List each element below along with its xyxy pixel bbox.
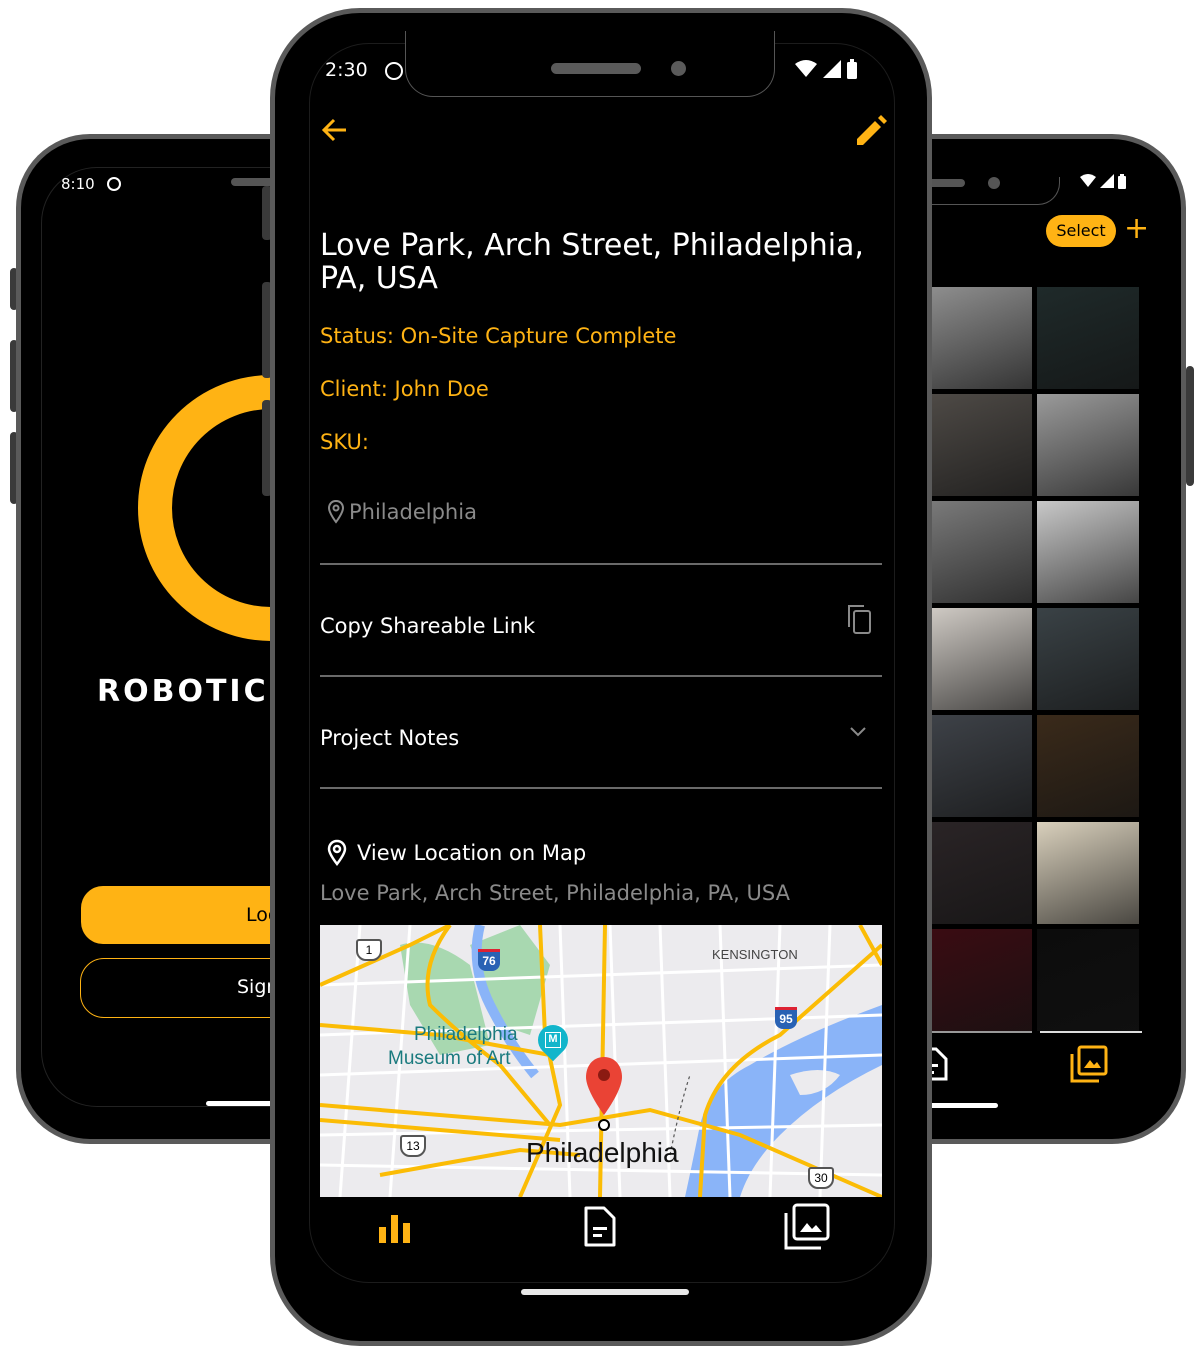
photo-thumbnail[interactable]	[930, 608, 1032, 710]
project-location: Philadelphia	[327, 499, 477, 525]
route-13-shield: 13	[400, 1135, 426, 1157]
map-poi-museum: Philadelphia Museum of Art	[388, 1023, 534, 1071]
side-button	[1186, 366, 1194, 486]
photo-thumbnail[interactable]	[930, 501, 1032, 603]
battery-icon	[1118, 174, 1126, 189]
select-button[interactable]: Select	[1046, 215, 1116, 247]
document-icon	[584, 1206, 616, 1247]
location-pin-icon	[327, 839, 347, 867]
poi-name-line1: Philadelphia	[414, 1024, 518, 1045]
photo-thumbnail[interactable]	[1037, 715, 1139, 817]
divider	[320, 787, 882, 789]
divider	[930, 1031, 1032, 1033]
speaker-grille	[551, 63, 641, 74]
photo-grid	[930, 287, 1146, 1031]
photo-thumbnail[interactable]	[930, 394, 1032, 496]
nav-dashboard-button[interactable]	[377, 1209, 413, 1249]
battery-icon	[847, 59, 857, 79]
map-label-kensington: KENSINGTON	[712, 947, 798, 962]
back-button[interactable]	[320, 115, 350, 149]
front-camera	[671, 61, 686, 76]
photo-thumbnail[interactable]	[1037, 501, 1139, 603]
brand-name: ROBOTIC	[97, 674, 269, 709]
photo-thumbnail[interactable]	[930, 822, 1032, 924]
notification-face-icon	[385, 62, 403, 80]
view-map-label: View Location on Map	[357, 841, 587, 865]
photo-library-icon	[1070, 1045, 1108, 1083]
photo-thumbnail[interactable]	[1037, 394, 1139, 496]
route-30-shield: 30	[808, 1167, 834, 1189]
photo-thumbnail[interactable]	[930, 287, 1032, 389]
project-notes-label: Project Notes	[320, 726, 460, 750]
project-status: Status: On-Site Capture Complete	[320, 324, 677, 348]
photo-thumbnail[interactable]	[1037, 929, 1139, 1031]
interstate-95-shield: 95	[775, 1007, 797, 1029]
nav-gallery-button[interactable]	[1070, 1045, 1108, 1087]
location-pin-icon	[327, 499, 345, 524]
map-address: Love Park, Arch Street, Philadelphia, PA…	[320, 881, 790, 905]
signal-icon	[823, 60, 841, 78]
status-time: 8:10	[61, 175, 95, 193]
location-map[interactable]: 1 76 KENSINGTON 95 Philadelphia Museum o…	[320, 925, 882, 1197]
bar-chart-icon	[379, 1215, 410, 1243]
arrow-left-icon	[321, 118, 346, 142]
edit-button[interactable]	[855, 115, 887, 151]
nav-documents-button[interactable]	[583, 1205, 617, 1253]
photo-thumbnail[interactable]	[1037, 287, 1139, 389]
center-phone-project-detail-screen: 2:30 Love Park, Arch Street, Philadelphi…	[270, 8, 932, 1346]
divider	[320, 675, 882, 677]
pencil-icon	[857, 115, 887, 145]
divider	[320, 563, 882, 565]
photo-library-icon	[784, 1203, 830, 1250]
map-location-pin-icon[interactable]	[584, 1055, 624, 1135]
nav-gallery-button[interactable]	[783, 1203, 831, 1255]
chevron-down-icon[interactable]	[848, 725, 868, 739]
project-notes-row[interactable]: Project Notes	[320, 708, 882, 768]
add-photo-button[interactable]: +	[1124, 211, 1149, 247]
view-location-on-map-link[interactable]: View Location on Map	[327, 839, 586, 867]
route-1-shield: 1	[356, 939, 382, 961]
divider	[1040, 1031, 1142, 1033]
poi-name-line2: Museum of Art	[388, 1048, 511, 1069]
status-icons	[1080, 174, 1126, 189]
museum-glyph: M	[545, 1032, 561, 1048]
status-icons	[795, 59, 857, 79]
map-label-city: Philadelphia	[526, 1137, 679, 1168]
right-phone-gallery-screen: Select +	[900, 134, 1186, 1144]
copy-link-row[interactable]: Copy Shareable Link	[320, 596, 882, 656]
photo-thumbnail[interactable]	[930, 715, 1032, 817]
copy-icon[interactable]	[846, 603, 874, 635]
wifi-icon	[1080, 174, 1096, 187]
signal-icon	[1100, 174, 1114, 188]
photo-thumbnail[interactable]	[930, 929, 1032, 1031]
project-client: Client: John Doe	[320, 377, 489, 401]
status-time: 2:30	[325, 59, 368, 81]
interstate-76-shield: 76	[478, 949, 500, 971]
location-city: Philadelphia	[349, 500, 477, 524]
photo-thumbnail[interactable]	[1037, 822, 1139, 924]
wifi-icon	[795, 60, 817, 77]
copy-link-label: Copy Shareable Link	[320, 614, 536, 638]
photo-thumbnail[interactable]	[1037, 608, 1139, 710]
project-sku: SKU:	[320, 430, 369, 454]
front-camera	[988, 177, 1000, 189]
home-indicator[interactable]	[521, 1289, 689, 1295]
project-title: Love Park, Arch Street, Philadelphia, PA…	[320, 228, 864, 296]
notification-face-icon	[107, 177, 121, 191]
